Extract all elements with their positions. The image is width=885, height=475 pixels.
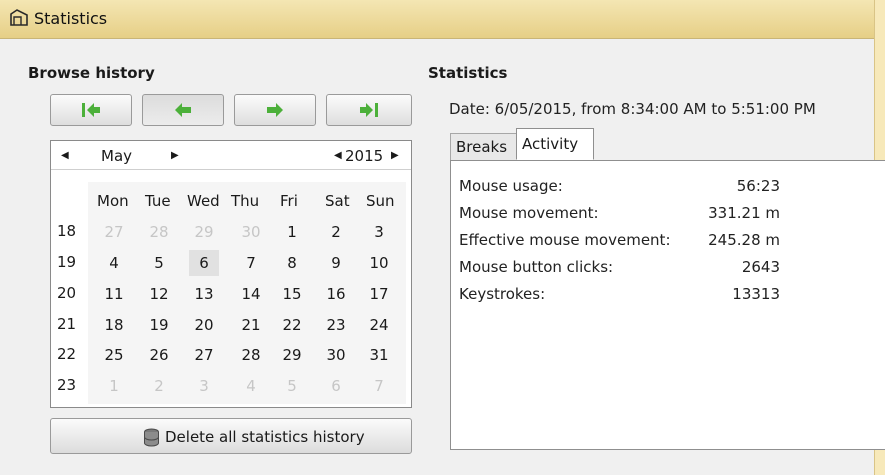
calendar-day[interactable]: 4	[99, 250, 129, 276]
calendar-day[interactable]: 7	[236, 250, 266, 276]
tab-activity[interactable]: Activity	[516, 128, 594, 160]
delete-history-label: Delete all statistics history	[165, 428, 365, 446]
calendar-day[interactable]: 20	[189, 312, 219, 338]
first-day-button[interactable]	[50, 94, 132, 126]
calendar-day[interactable]: 28	[144, 219, 174, 245]
month-label[interactable]: May	[101, 147, 132, 165]
calendar-day[interactable]: 12	[144, 281, 174, 307]
weekday-header: Wed	[187, 192, 220, 210]
window-title: Statistics	[34, 9, 108, 28]
stat-label: Mouse button clicks:	[459, 258, 614, 276]
calendar-day[interactable]: 4	[236, 373, 266, 399]
app-icon	[10, 9, 28, 26]
calendar-day[interactable]: 15	[277, 281, 307, 307]
calendar-day[interactable]: 1	[277, 219, 307, 245]
calendar-day[interactable]: 3	[364, 219, 394, 245]
calendar-day[interactable]: 18	[99, 312, 129, 338]
date-range: Date: 6/05/2015, from 8:34:00 AM to 5:51…	[449, 100, 816, 118]
calendar-day[interactable]: 29	[277, 342, 307, 368]
arrow-left-icon	[175, 103, 191, 117]
calendar-day[interactable]: 21	[236, 312, 266, 338]
week-number: 22	[57, 345, 77, 363]
calendar-day[interactable]: 9	[321, 250, 351, 276]
stat-label: Keystrokes:	[459, 285, 546, 303]
weekday-header: Tue	[145, 192, 171, 210]
weekday-header: Sun	[366, 192, 395, 210]
stat-label: Effective mouse movement:	[459, 231, 671, 249]
calendar-day[interactable]: 30	[236, 219, 266, 245]
calendar-day[interactable]: 28	[236, 342, 266, 368]
stat-value: 2643	[741, 258, 780, 276]
last-day-button[interactable]	[326, 94, 412, 126]
previous-day-button[interactable]	[142, 94, 224, 126]
weekday-header: Sat	[325, 192, 350, 210]
calendar-day[interactable]: 27	[99, 219, 129, 245]
skip-first-icon	[82, 103, 100, 117]
calendar-day[interactable]: 11	[99, 281, 129, 307]
stat-value: 13313	[732, 285, 780, 303]
month-prev-icon[interactable]: ◀	[61, 150, 69, 161]
delete-history-button[interactable]: Delete all statistics history	[50, 418, 412, 454]
calendar-day[interactable]: 24	[364, 312, 394, 338]
statistics-heading: Statistics	[428, 64, 508, 82]
stat-label: Mouse usage:	[459, 177, 563, 195]
skip-last-icon	[360, 103, 378, 117]
calendar-day[interactable]: 23	[321, 312, 351, 338]
calendar-day[interactable]: 30	[321, 342, 351, 368]
calendar-day[interactable]: 19	[144, 312, 174, 338]
calendar-day[interactable]: 8	[277, 250, 307, 276]
database-icon	[144, 428, 159, 447]
weekday-header: Fri	[280, 192, 298, 210]
calendar-day[interactable]: 2	[321, 219, 351, 245]
title-bar: Statistics	[0, 0, 885, 39]
calendar-day[interactable]: 26	[144, 342, 174, 368]
week-number: 19	[57, 253, 77, 271]
calendar-day[interactable]: 10	[364, 250, 394, 276]
week-number: 20	[57, 284, 77, 302]
browse-history-heading: Browse history	[28, 64, 155, 82]
calendar-day[interactable]: 6	[321, 373, 351, 399]
weekday-header: Thu	[231, 192, 260, 210]
calendar-day[interactable]: 29	[189, 219, 219, 245]
week-number: 23	[57, 376, 77, 394]
calendar-day[interactable]: 3	[189, 373, 219, 399]
year-label[interactable]: 2015	[345, 147, 383, 165]
calendar-day[interactable]: 25	[99, 342, 129, 368]
month-next-icon[interactable]: ▶	[171, 150, 179, 161]
calendar-day[interactable]: 1	[99, 373, 129, 399]
calendar-day[interactable]: 22	[277, 312, 307, 338]
stat-label: Mouse movement:	[459, 204, 599, 222]
calendar-day[interactable]: 7	[364, 373, 394, 399]
stat-value: 331.21 m	[708, 204, 780, 222]
weekday-header: Mon	[97, 192, 129, 210]
week-number: 21	[57, 315, 77, 333]
calendar-day[interactable]: 5	[277, 373, 307, 399]
calendar-day[interactable]: 16	[321, 281, 351, 307]
week-number: 18	[57, 222, 77, 240]
calendar-header: ◀ May ▶ ◀ 2015 ▶	[51, 141, 411, 170]
year-next-icon[interactable]: ▶	[391, 150, 399, 161]
calendar-day[interactable]: 27	[189, 342, 219, 368]
calendar-day[interactable]: 31	[364, 342, 394, 368]
stat-value: 56:23	[736, 177, 780, 195]
stat-value: 245.28 m	[708, 231, 780, 249]
calendar-day[interactable]: 2	[144, 373, 174, 399]
next-day-button[interactable]	[234, 94, 316, 126]
calendar-day[interactable]: 6	[189, 250, 219, 276]
arrow-right-icon	[267, 103, 283, 117]
year-prev-icon[interactable]: ◀	[334, 150, 342, 161]
calendar-day[interactable]: 17	[364, 281, 394, 307]
calendar-day[interactable]: 14	[236, 281, 266, 307]
calendar-day[interactable]: 13	[189, 281, 219, 307]
calendar-day[interactable]: 5	[144, 250, 174, 276]
tab-breaks[interactable]: Breaks	[450, 133, 517, 160]
